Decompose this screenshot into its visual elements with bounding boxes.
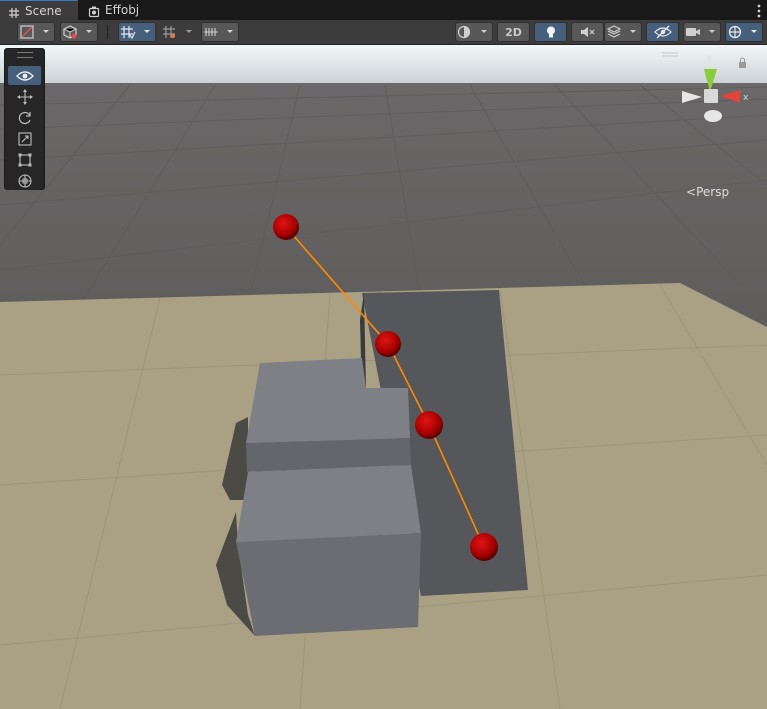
kebab-menu-icon[interactable]: [757, 3, 761, 18]
tab-scene[interactable]: Scene: [0, 0, 78, 20]
scale-tool-button[interactable]: [8, 129, 41, 148]
lighting-sphere-dropdown[interactable]: [455, 22, 493, 42]
scale-icon: [17, 131, 32, 146]
rotate-tool-button[interactable]: [8, 108, 41, 127]
rect-tool-button[interactable]: [8, 150, 41, 169]
gizmos-dropdown[interactable]: [725, 22, 763, 42]
grid-visibility-dropdown[interactable]: [160, 22, 198, 42]
overlay-grip[interactable]: [17, 52, 33, 58]
gameobject-icon: [88, 4, 100, 18]
rotate-icon: [18, 111, 31, 124]
scene-render: [0, 45, 767, 709]
tab-effobj[interactable]: Effobj: [80, 0, 150, 20]
lower-box-front: [236, 533, 421, 636]
neg-x-cone: [682, 91, 702, 103]
tab-effobj-label: Effobj: [105, 3, 140, 17]
gizmo-menu-icon: [662, 52, 678, 57]
camera-dropdown[interactable]: [683, 22, 721, 42]
x-axis-label: x: [743, 93, 749, 103]
scene-viewport[interactable]: y x <Persp: [0, 45, 767, 709]
lightbulb-icon: [546, 26, 555, 38]
x-axis-cone: [720, 90, 740, 103]
view-tool-button[interactable]: [8, 66, 41, 85]
toolbar-separator: [107, 25, 108, 39]
eye-slash-icon: [653, 25, 672, 39]
path-sphere[interactable]: [375, 331, 401, 357]
neg-y-cone: [704, 110, 722, 122]
speaker-muted-icon: [580, 27, 594, 37]
projection-toggle[interactable]: <Persp: [686, 185, 729, 199]
tab-scene-label: Scene: [25, 3, 62, 18]
y-axis-label: y: [706, 53, 712, 63]
path-sphere[interactable]: [470, 533, 498, 561]
shading-cube-dropdown[interactable]: [60, 22, 98, 42]
transform-icon: [17, 173, 32, 188]
projection-label: Persp: [696, 185, 730, 199]
padlock-icon: [739, 57, 746, 68]
move-tool-button[interactable]: [8, 87, 41, 106]
chevron-left-icon: <: [686, 185, 697, 199]
rect-icon: [18, 153, 31, 166]
path-sphere[interactable]: [415, 411, 443, 439]
draw-mode-dropdown[interactable]: [17, 22, 55, 42]
increment-snap-dropdown[interactable]: [201, 22, 239, 42]
gizmo-center-cube: [704, 89, 718, 103]
grid-snap-toggle[interactable]: [118, 22, 156, 42]
audio-mute-toggle[interactable]: [571, 22, 604, 42]
hidden-objects-toggle[interactable]: [646, 22, 679, 42]
effects-dropdown[interactable]: [604, 22, 642, 42]
toggle-2d-button[interactable]: 2D: [497, 22, 530, 42]
path-sphere[interactable]: [273, 214, 299, 240]
orientation-gizmo[interactable]: y x: [662, 47, 762, 162]
scene-toolbar: 2D: [0, 20, 767, 45]
transform-tool-button[interactable]: [8, 171, 41, 190]
scene-lighting-toggle[interactable]: [534, 22, 567, 42]
eye-icon: [15, 70, 34, 81]
y-axis-cone: [704, 69, 717, 92]
grid-hash-icon: [8, 5, 20, 18]
toggle-2d-label: 2D: [505, 25, 522, 39]
lower-box-top: [236, 465, 421, 542]
tools-overlay: [4, 48, 45, 190]
tab-bar: Scene Effobj: [0, 0, 767, 21]
move-arrows-icon: [16, 88, 33, 105]
